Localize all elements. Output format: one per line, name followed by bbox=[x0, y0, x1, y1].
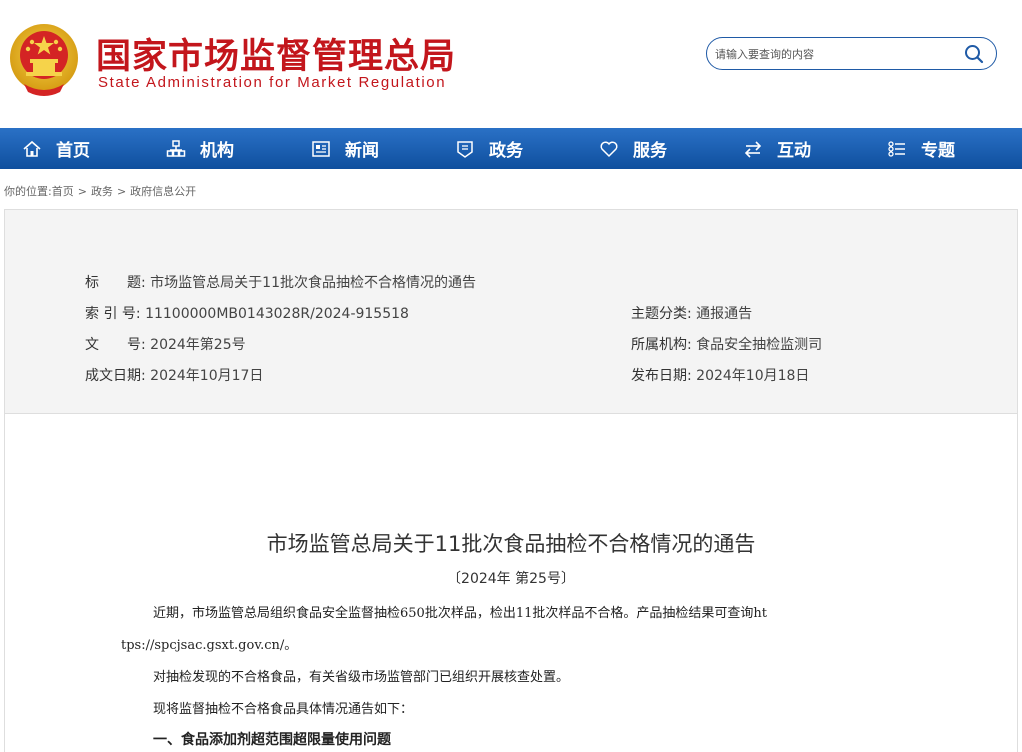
government-icon bbox=[457, 140, 473, 158]
meta-pubdate-value: 2024年10月18日 bbox=[696, 368, 810, 384]
meta-docno: 文 号: 2024年第25号 bbox=[85, 334, 246, 354]
meta-topic-value: 通报通告 bbox=[696, 306, 753, 322]
nav-item-topics[interactable]: 专题 bbox=[887, 128, 955, 169]
nav-label: 新闻 bbox=[345, 141, 379, 161]
nav-label: 机构 bbox=[200, 141, 234, 161]
search-icon[interactable] bbox=[964, 44, 984, 64]
site-title-cn[interactable]: 国家市场监督管理总局 bbox=[96, 28, 456, 79]
nav-item-government[interactable]: 政务 bbox=[455, 128, 523, 169]
article-title: 市场监管总局关于11批次食品抽检不合格情况的通告 bbox=[266, 532, 756, 556]
meta-pubdate-label: 发布日期: bbox=[631, 368, 692, 384]
org-chart-icon bbox=[166, 139, 186, 157]
meta-date-label: 成文日期: bbox=[85, 368, 146, 384]
article-section-heading: 一、食品添加剂超范围超限量使用问题 bbox=[153, 732, 391, 748]
search-box bbox=[706, 37, 997, 70]
article-paragraph: 现将监督抽检不合格食品具体情况通告如下： bbox=[153, 702, 414, 717]
nav-label: 互动 bbox=[777, 141, 811, 161]
meta-org: 所属机构: 食品安全抽检监测司 bbox=[631, 334, 822, 354]
nav-label: 服务 bbox=[633, 141, 667, 161]
content-panel: 标 题: 市场监管总局关于11批次食品抽检不合格情况的通告 索 引 号: 111… bbox=[4, 209, 1018, 752]
meta-index-value: 11100000MB0143028R/2024-915518 bbox=[145, 306, 409, 322]
nav-item-news[interactable]: 新闻 bbox=[311, 128, 379, 169]
meta-date: 成文日期: 2024年10月17日 bbox=[85, 365, 263, 385]
breadcrumb-separator: > bbox=[77, 185, 87, 198]
article-paragraph-cont[interactable]: tps://spcjsac.gsxt.gov.cn/。 bbox=[121, 634, 297, 653]
breadcrumb-link-government[interactable]: 政务 bbox=[91, 185, 113, 198]
meta-title: 标 题: 市场监管总局关于11批次食品抽检不合格情况的通告 bbox=[85, 272, 476, 292]
main-nav: 首页 机构 新闻 政务 服务 互动 专题 bbox=[0, 128, 1022, 169]
breadcrumb-link-home[interactable]: 首页 bbox=[52, 185, 74, 198]
nav-label: 专题 bbox=[921, 141, 955, 161]
meta-title-value: 市场监管总局关于11批次食品抽检不合格情况的通告 bbox=[150, 275, 476, 291]
site-header: 国家市场监督管理总局 State Administration for Mark… bbox=[0, 0, 1022, 128]
meta-org-value: 食品安全抽检监测司 bbox=[696, 337, 823, 353]
meta-topic: 主题分类: 通报通告 bbox=[631, 303, 752, 323]
nav-label: 政务 bbox=[489, 141, 523, 161]
meta-title-label: 标 题: bbox=[85, 275, 146, 291]
meta-org-label: 所属机构: bbox=[631, 337, 692, 353]
meta-docno-value: 2024年第25号 bbox=[150, 337, 246, 353]
nav-item-interact[interactable]: 互动 bbox=[743, 128, 811, 169]
meta-index-label: 索 引 号: bbox=[85, 306, 141, 322]
meta-docno-label: 文 号: bbox=[85, 337, 146, 353]
meta-topic-label: 主题分类: bbox=[631, 306, 692, 322]
breadcrumb-separator: > bbox=[116, 185, 127, 198]
article-paragraph: 近期，市场监管总局组织食品安全监督抽检650批次样品，检出11批次样品不合格。产… bbox=[153, 606, 767, 621]
nav-item-service[interactable]: 服务 bbox=[599, 128, 667, 169]
article-number: 〔2024年 第25号〕 bbox=[447, 571, 575, 587]
nav-item-home[interactable]: 首页 bbox=[22, 128, 90, 169]
nav-item-org[interactable]: 机构 bbox=[166, 128, 234, 169]
home-icon bbox=[23, 140, 41, 157]
meta-pubdate: 发布日期: 2024年10月18日 bbox=[631, 365, 809, 385]
meta-index: 索 引 号: 11100000MB0143028R/2024-915518 bbox=[85, 303, 409, 323]
list-icon bbox=[888, 140, 905, 157]
national-emblem-icon bbox=[10, 24, 78, 96]
breadcrumb-link-info[interactable]: 政府信息公开 bbox=[130, 185, 196, 198]
heart-icon bbox=[600, 141, 618, 157]
article-paragraph: 对抽检发现的不合格食品，有关省级市场监管部门已组织开展核查处置。 bbox=[153, 670, 570, 685]
breadcrumb: 你的位置:首页 > 政务 > 政府信息公开 bbox=[4, 183, 196, 199]
exchange-icon bbox=[744, 140, 762, 158]
breadcrumb-prefix: 你的位置: bbox=[4, 185, 52, 198]
document-metadata: 标 题: 市场监管总局关于11批次食品抽检不合格情况的通告 索 引 号: 111… bbox=[5, 210, 1017, 414]
site-title-en[interactable]: State Administration for Market Regulati… bbox=[98, 74, 446, 91]
nav-label: 首页 bbox=[56, 141, 90, 161]
news-icon bbox=[312, 140, 330, 157]
meta-date-value: 2024年10月17日 bbox=[150, 368, 264, 384]
search-input[interactable] bbox=[715, 45, 955, 63]
